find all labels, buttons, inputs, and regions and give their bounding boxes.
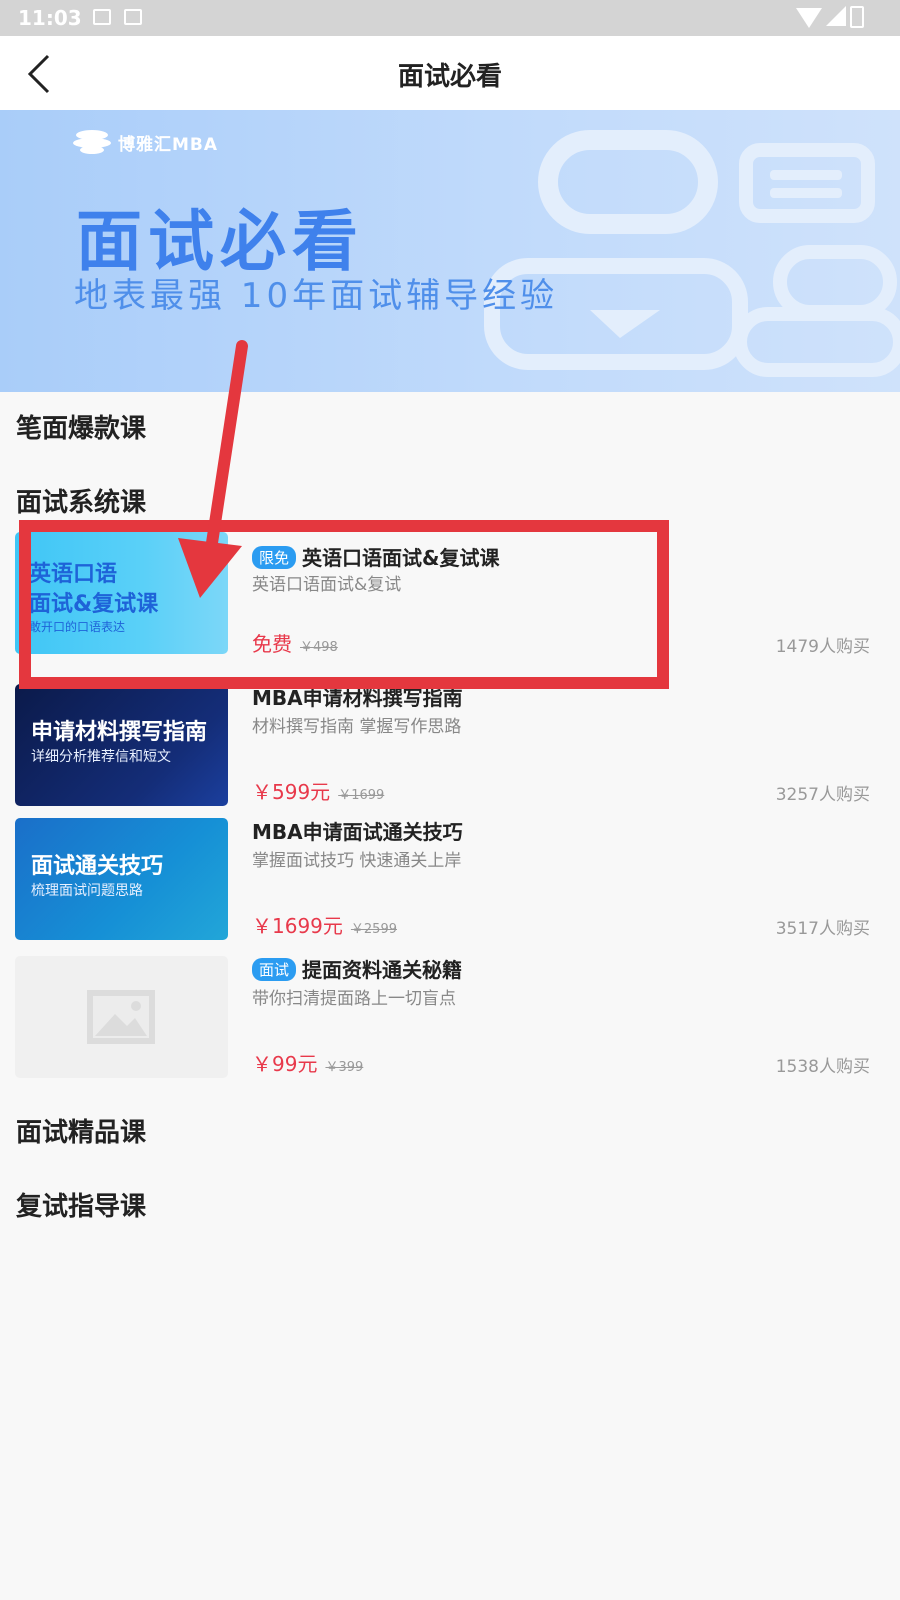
course-title-text: 提面资料通关秘籍: [302, 958, 463, 982]
price-value: ￥599元: [252, 780, 331, 804]
font-icon: [124, 9, 142, 25]
page-title: 面试必看: [397, 62, 502, 92]
section-title-reexam-guide[interactable]: 复试指导课: [16, 1186, 146, 1223]
course-thumbnail: 面试通关技巧 梳理面试问题思路: [15, 818, 228, 940]
battery-icon: [850, 6, 864, 28]
thumb-line1: 面试通关技巧: [31, 854, 164, 879]
thumb-line1: 申请材料撰写指南: [31, 720, 208, 745]
course-price: ￥99元 ￥399: [252, 1048, 363, 1077]
logo-icon: [73, 130, 111, 154]
section-title-interview-system[interactable]: 面试系统课: [16, 482, 146, 519]
banner-subline: 地表最强 10年面试辅导经验: [74, 276, 559, 316]
course-title: 面试 提面资料通关秘籍: [252, 954, 462, 983]
course-thumbnail: 申请材料撰写指南 详细分析推荐信和短文: [15, 684, 228, 806]
buyer-count: 3257人购买: [775, 785, 870, 805]
original-price: ￥1699: [338, 788, 385, 803]
thumb-line2: 梳理面试问题思路: [31, 883, 143, 899]
brand-logo: 博雅汇MBA: [72, 128, 218, 156]
course-thumbnail-placeholder: [15, 956, 228, 1078]
price-value: ￥1699元: [252, 914, 343, 938]
course-subtitle: 带你扫清提面路上一切盲点: [252, 989, 456, 1009]
status-time: 11:03: [18, 6, 82, 30]
course-item[interactable]: 面试 提面资料通关秘籍 带你扫清提面路上一切盲点 ￥99元 ￥399 1538人购买: [0, 956, 900, 1082]
buyer-count: 1538人购买: [775, 1057, 870, 1077]
course-price: ￥599元 ￥1699: [252, 776, 384, 805]
annotation-highlight-box: [19, 520, 669, 689]
nav-bar: 面试必看: [0, 36, 900, 110]
price-value: ￥99元: [252, 1052, 318, 1076]
section-title-interview-premium[interactable]: 面试精品课: [16, 1112, 146, 1149]
course-item[interactable]: 面试通关技巧 梳理面试问题思路 MBA申请面试通关技巧 掌握面试技巧 快速通关上…: [0, 818, 900, 944]
buyer-count: 1479人购买: [775, 637, 870, 657]
interview-tag: 面试: [252, 958, 297, 981]
gallery-icon: [93, 9, 111, 25]
logo-text: 博雅汇MBA: [118, 134, 219, 155]
course-item[interactable]: 申请材料撰写指南 详细分析推荐信和短文 MBA申请材料撰写指南 材料撰写指南 掌…: [0, 684, 900, 810]
signal-icon: [826, 6, 846, 26]
original-price: ￥2599: [350, 922, 397, 937]
course-title: MBA申请面试通关技巧: [252, 820, 463, 844]
image-placeholder-icon: [87, 990, 155, 1044]
section-title-written-interview[interactable]: 笔面爆款课: [16, 408, 146, 445]
course-price: ￥1699元 ￥2599: [252, 910, 397, 939]
wifi-icon: [796, 8, 822, 28]
course-subtitle: 掌握面试技巧 快速通关上岸: [252, 851, 462, 871]
buyer-count: 3517人购买: [775, 919, 870, 939]
original-price: ￥399: [325, 1060, 364, 1075]
course-subtitle: 材料撰写指南 掌握写作思路: [252, 717, 462, 737]
thumb-line2: 详细分析推荐信和短文: [31, 749, 171, 765]
banner[interactable]: 博雅汇MBA 面试必看 地表最强 10年面试辅导经验: [0, 110, 900, 392]
status-bar: 11:03: [0, 0, 900, 36]
